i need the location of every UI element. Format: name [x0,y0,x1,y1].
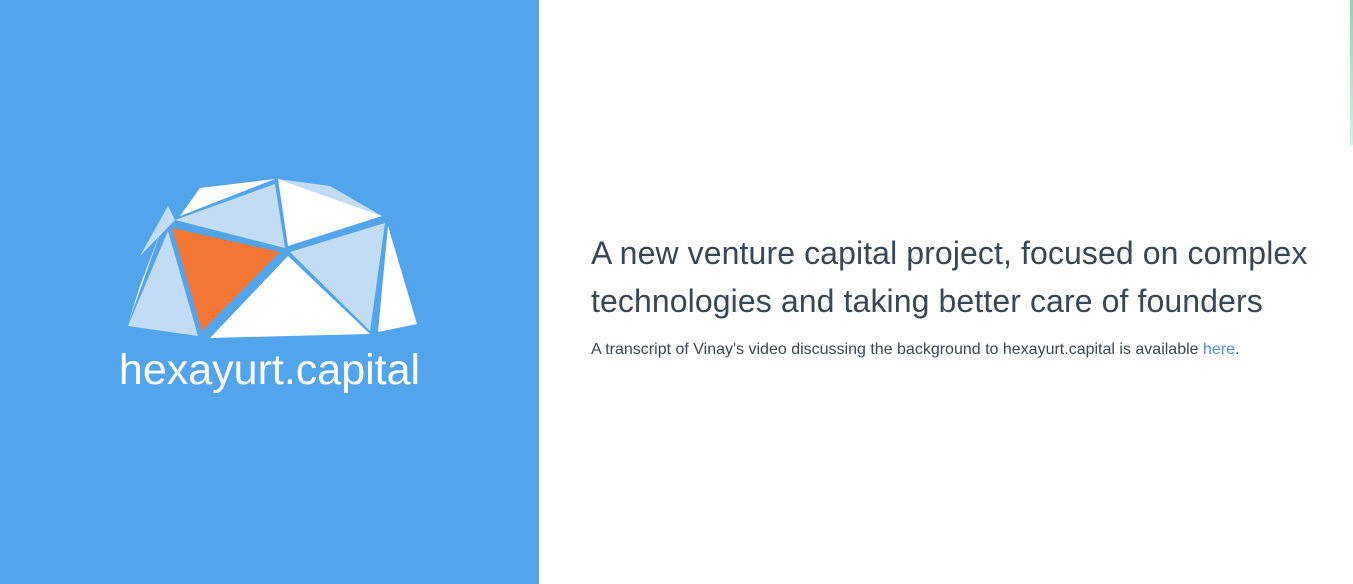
headline: A new venture capital project, focused o… [591,235,1308,319]
brand-panel: hexayurt.capital [0,0,539,584]
content-panel: A new venture capital project, focused o… [539,0,1353,584]
transcript-note: A transcript of Vinay's video discussing… [591,339,1311,361]
brand-name: hexayurt.capital [118,346,421,394]
transcript-suffix: . [1235,341,1240,358]
transcript-link[interactable]: here [1203,341,1235,358]
transcript-text: A transcript of Vinay's video discussing… [591,341,1203,358]
hexayurt-dome-icon [128,179,417,338]
main-content: A new venture capital project, focused o… [591,229,1311,361]
page: hexayurt.capital A new venture capital p… [0,0,1353,584]
